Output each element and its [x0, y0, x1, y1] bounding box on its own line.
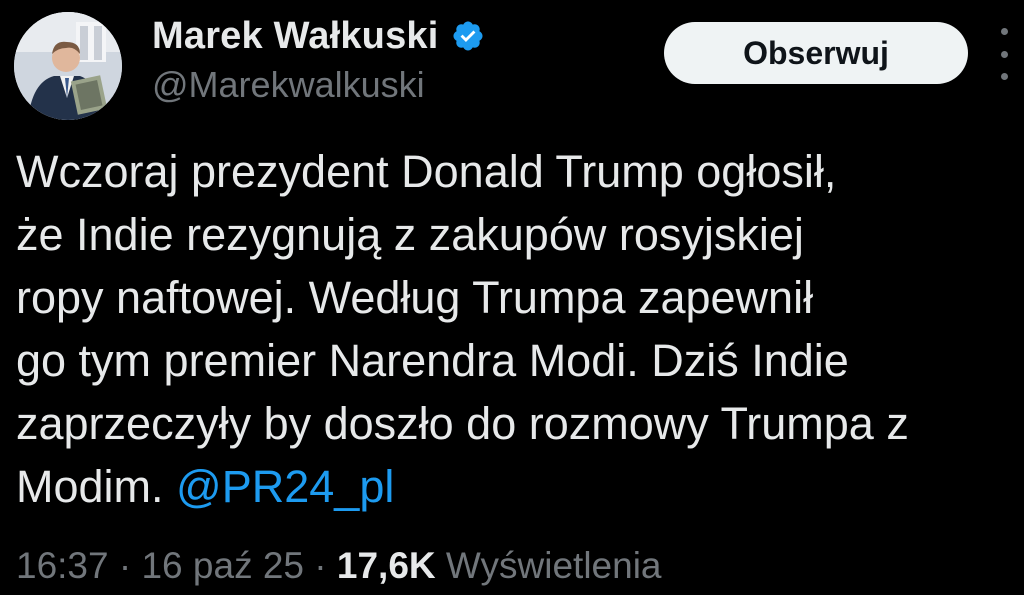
tweet-text-segment: Modim.: [16, 461, 164, 512]
tweet-time[interactable]: 16:37: [16, 545, 109, 586]
tweet-text-last-line: Modim. @PR24_pl: [16, 455, 1020, 518]
tweet-text-line: ropy naftowej. Według Trumpa zapewnił: [16, 272, 814, 323]
tweet-meta: 16:37 · 16 paź 25 · 17,6K Wyświetlenia: [16, 545, 662, 587]
follow-button[interactable]: Obserwuj: [664, 22, 968, 84]
verified-badge-icon[interactable]: [451, 19, 485, 53]
author-handle[interactable]: @Marekwalkuski: [152, 64, 425, 106]
author-display-name[interactable]: Marek Wałkuski: [152, 15, 439, 58]
mention-link[interactable]: @PR24_pl: [176, 461, 394, 512]
avatar[interactable]: [14, 12, 122, 120]
avatar-image: [14, 12, 122, 120]
tweet-text-line: że Indie rezygnują z zakupów rosyjskiej: [16, 209, 804, 260]
tweet-text-line: zaprzeczyły by doszło do rozmowy Trumpa …: [16, 398, 909, 449]
views-count: 17,6K: [336, 545, 436, 586]
tweet-date[interactable]: 16 paź 25: [141, 545, 304, 586]
more-vertical-icon[interactable]: [994, 28, 1014, 80]
tweet-text-line: Wczoraj prezydent Donald Trump ogłosił,: [16, 146, 837, 197]
meta-separator: ·: [314, 545, 327, 586]
author-name-row: Marek Wałkuski: [152, 14, 485, 58]
meta-separator: ·: [118, 545, 132, 586]
tweet-text-line: go tym premier Narendra Modi. Dziś Indie: [16, 335, 849, 386]
views-label: Wyświetlenia: [445, 545, 662, 586]
tweet-text: Wczoraj prezydent Donald Trump ogłosił, …: [16, 140, 1020, 518]
